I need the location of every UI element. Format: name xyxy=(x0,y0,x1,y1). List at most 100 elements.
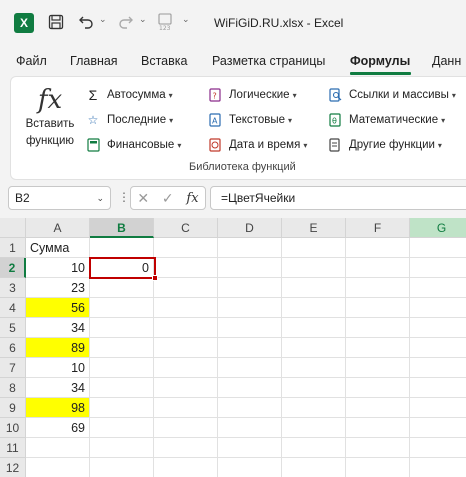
cell-f8[interactable] xyxy=(346,378,410,398)
cell-f6[interactable] xyxy=(346,338,410,358)
cell-a12[interactable] xyxy=(26,458,90,477)
row-header[interactable]: 7 xyxy=(0,358,26,378)
cell-g1[interactable] xyxy=(410,238,466,258)
cell-e11[interactable] xyxy=(282,438,346,458)
cell-d12[interactable] xyxy=(218,458,282,477)
name-box[interactable]: B2 ⌄ xyxy=(8,186,111,210)
cell-c8[interactable] xyxy=(154,378,218,398)
cell-g10[interactable] xyxy=(410,418,466,438)
text-functions-button[interactable]: A Текстовые ▾ xyxy=(207,110,292,130)
cell-f4[interactable] xyxy=(346,298,410,318)
undo-dropdown-icon[interactable]: ⌄ xyxy=(99,14,107,25)
cell-c7[interactable] xyxy=(154,358,218,378)
tab-page-layout[interactable]: Разметка страницы xyxy=(212,54,325,68)
row-header[interactable]: 10 xyxy=(0,418,26,438)
row-header[interactable]: 3 xyxy=(0,278,26,298)
cell-d7[interactable] xyxy=(218,358,282,378)
cell-c4[interactable] xyxy=(154,298,218,318)
customize-toolbar-icon[interactable]: ⌄ xyxy=(182,14,190,25)
cell-a5[interactable]: 34 xyxy=(26,318,90,338)
cell-e4[interactable] xyxy=(282,298,346,318)
cell-b7[interactable] xyxy=(90,358,154,378)
cell-f7[interactable] xyxy=(346,358,410,378)
cell-c9[interactable] xyxy=(154,398,218,418)
more-functions-button[interactable]: Другие функции ▾ xyxy=(327,135,442,155)
cell-b10[interactable] xyxy=(90,418,154,438)
cell-c10[interactable] xyxy=(154,418,218,438)
cell-b9[interactable] xyxy=(90,398,154,418)
cell-e5[interactable] xyxy=(282,318,346,338)
financial-functions-button[interactable]: Финансовые ▾ xyxy=(85,135,181,155)
cell-b8[interactable] xyxy=(90,378,154,398)
cell-a9[interactable]: 98 xyxy=(26,398,90,418)
cell-d8[interactable] xyxy=(218,378,282,398)
column-header-d[interactable]: D xyxy=(218,218,282,238)
column-header-a[interactable]: A xyxy=(26,218,90,238)
cell-g9[interactable] xyxy=(410,398,466,418)
row-header[interactable]: 9 xyxy=(0,398,26,418)
column-header-b[interactable]: B xyxy=(90,218,154,238)
undo-icon[interactable] xyxy=(75,11,97,33)
cell-g2[interactable] xyxy=(410,258,466,278)
cell-d3[interactable] xyxy=(218,278,282,298)
cell-a8[interactable]: 34 xyxy=(26,378,90,398)
select-all-corner[interactable] xyxy=(0,218,26,238)
cell-e3[interactable] xyxy=(282,278,346,298)
calculate-sheet-icon[interactable]: 123 xyxy=(154,11,176,33)
cell-e7[interactable] xyxy=(282,358,346,378)
cell-d1[interactable] xyxy=(218,238,282,258)
cell-g3[interactable] xyxy=(410,278,466,298)
cancel-icon[interactable]: ✕ xyxy=(137,190,149,207)
cell-d9[interactable] xyxy=(218,398,282,418)
cell-g4[interactable] xyxy=(410,298,466,318)
row-header[interactable]: 12 xyxy=(0,458,26,477)
cell-b6[interactable] xyxy=(90,338,154,358)
cell-b3[interactable] xyxy=(90,278,154,298)
cell-a4[interactable]: 56 xyxy=(26,298,90,318)
insert-function-icon[interactable]: fx xyxy=(186,191,198,206)
cell-d10[interactable] xyxy=(218,418,282,438)
tab-data[interactable]: Данн xyxy=(432,54,461,68)
cell-e9[interactable] xyxy=(282,398,346,418)
cell-e8[interactable] xyxy=(282,378,346,398)
autosum-button[interactable]: Σ Автосумма ▾ xyxy=(85,85,173,105)
row-header[interactable]: 4 xyxy=(0,298,26,318)
cell-d11[interactable] xyxy=(218,438,282,458)
cell-d6[interactable] xyxy=(218,338,282,358)
cell-f12[interactable] xyxy=(346,458,410,477)
row-header[interactable]: 11 xyxy=(0,438,26,458)
cell-d2[interactable] xyxy=(218,258,282,278)
cell-c1[interactable] xyxy=(154,238,218,258)
cell-d4[interactable] xyxy=(218,298,282,318)
cell-a2[interactable]: 10 xyxy=(26,258,90,278)
cell-a6[interactable]: 89 xyxy=(26,338,90,358)
column-header-c[interactable]: C xyxy=(154,218,218,238)
cell-d5[interactable] xyxy=(218,318,282,338)
column-header-g[interactable]: G xyxy=(410,218,466,238)
cell-f2[interactable] xyxy=(346,258,410,278)
cell-b11[interactable] xyxy=(90,438,154,458)
cell-a7[interactable]: 10 xyxy=(26,358,90,378)
row-header[interactable]: 6 xyxy=(0,338,26,358)
cell-c2[interactable] xyxy=(154,258,218,278)
recent-functions-button[interactable]: ☆ Последние ▾ xyxy=(85,110,174,130)
formula-input[interactable]: =ЦветЯчейки xyxy=(210,186,466,210)
lookup-reference-button[interactable]: Ссылки и массивы ▾ xyxy=(327,85,456,105)
cell-b4[interactable] xyxy=(90,298,154,318)
insert-function-button[interactable]: fx Вставить функцию xyxy=(23,85,77,149)
date-time-functions-button[interactable]: Дата и время ▾ xyxy=(207,135,307,155)
row-header[interactable]: 2 xyxy=(0,258,26,278)
cell-a11[interactable] xyxy=(26,438,90,458)
cell-e1[interactable] xyxy=(282,238,346,258)
cell-g8[interactable] xyxy=(410,378,466,398)
column-header-e[interactable]: E xyxy=(282,218,346,238)
math-trig-button[interactable]: θ Математические ▾ xyxy=(327,110,445,130)
tab-file[interactable]: Файл xyxy=(16,54,47,68)
enter-icon[interactable]: ✓ xyxy=(162,190,174,207)
cell-b1[interactable] xyxy=(90,238,154,258)
chevron-down-icon[interactable]: ⌄ xyxy=(96,187,104,209)
row-header[interactable]: 8 xyxy=(0,378,26,398)
cell-g6[interactable] xyxy=(410,338,466,358)
logical-functions-button[interactable]: ? Логические ▾ xyxy=(207,85,297,105)
cell-f10[interactable] xyxy=(346,418,410,438)
